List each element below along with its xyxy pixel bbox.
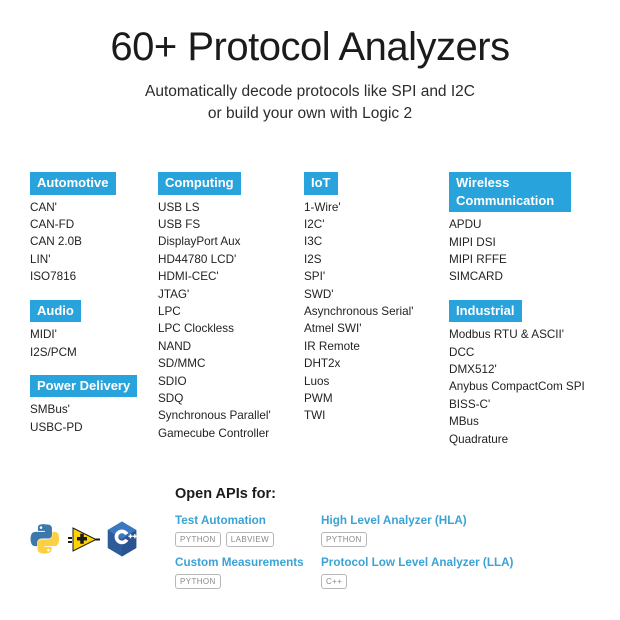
protocol-item: Quadrature: [449, 432, 509, 446]
api-link-test-automation[interactable]: Test Automation: [175, 513, 315, 529]
page-header: 60+ Protocol Analyzers Automatically dec…: [0, 0, 620, 126]
protocol-item: CAN': [30, 200, 57, 214]
api-link-protocol-low-level-analyzer[interactable]: Protocol Low Level Analyzer (LLA): [321, 555, 541, 571]
protocol-item: Synchronous Parallel': [158, 409, 271, 423]
protocol-item: Anybus CompactCom SPI: [449, 380, 585, 394]
protocol-item: MIPI RFFE: [449, 252, 507, 266]
category-badge-automotive: Automotive: [30, 172, 116, 195]
page-subtitle: Automatically decode protocols like SPI …: [0, 81, 620, 126]
protocol-group-iot: IoT 1-Wire' I2C' I3C I2S SPI' SWD' Async…: [304, 172, 441, 425]
protocol-item: CAN-FD: [30, 217, 75, 231]
protocol-item: PWM: [304, 392, 333, 406]
protocol-column-iot: IoT 1-Wire' I2C' I3C I2S SPI' SWD' Async…: [294, 172, 441, 462]
protocol-item: ISO7816: [30, 270, 77, 284]
protocol-item: Modbus RTU & ASCII': [449, 328, 565, 342]
protocol-item: CAN 2.0B: [30, 235, 82, 249]
protocol-group-audio: Audio MIDI' I2S/PCM: [30, 299, 148, 361]
protocol-item: DisplayPort Aux: [158, 235, 241, 249]
language-tag: LABVIEW: [225, 532, 275, 547]
protocol-item: USB FS: [158, 217, 201, 231]
category-badge-industrial: Industrial: [449, 299, 522, 323]
language-tag: PYTHON: [321, 532, 367, 547]
protocol-item: APDU: [449, 218, 482, 232]
protocol-item: I2C': [304, 217, 325, 231]
category-badge-computing: Computing: [158, 172, 241, 195]
api-link-high-level-analyzer[interactable]: High Level Analyzer (HLA): [321, 513, 541, 529]
protocol-column-automotive: Automotive CAN' CAN-FD CAN 2.0B LIN' ISO…: [0, 172, 148, 462]
api-entry-high-level-analyzer: High Level Analyzer (HLA) PYTHON: [321, 513, 541, 549]
api-tag-row: PYTHON: [175, 574, 315, 589]
protocol-item: 1-Wire': [304, 200, 341, 214]
protocol-item: LPC: [158, 304, 181, 318]
protocol-item: SDIO: [158, 374, 187, 388]
cplusplus-logo-icon: [106, 521, 138, 562]
category-badge-iot: IoT: [304, 172, 338, 195]
language-tag: PYTHON: [175, 532, 221, 547]
protocol-item: HDMI-CEC': [158, 270, 219, 284]
protocol-item: SWD': [304, 287, 334, 301]
protocol-item: SIMCARD: [449, 270, 503, 284]
protocol-item: USBC-PD: [30, 420, 83, 434]
protocol-group-computing: Computing USB LS USB FS DisplayPort Aux …: [158, 172, 294, 442]
api-link-custom-measurements[interactable]: Custom Measurements: [175, 555, 315, 571]
protocol-item: Asynchronous Serial': [304, 304, 414, 318]
protocol-column-wireless: Wireless Communication APDU MIPI DSI MIP…: [441, 172, 620, 462]
api-tag-row: C++: [321, 574, 541, 589]
api-entry-grid: Test Automation PYTHON LABVIEW High Leve…: [175, 513, 541, 591]
protocol-item: MIPI DSI: [449, 235, 496, 249]
labview-logo-icon: [68, 524, 100, 559]
protocol-item: MIDI': [30, 328, 57, 342]
protocol-group-power-delivery: Power Delivery SMBus' USBC-PD: [30, 374, 148, 436]
language-tag: PYTHON: [175, 574, 221, 589]
api-content: Open APIs for: Test Automation PYTHON LA…: [148, 484, 541, 591]
category-badge-wireless-communication: Wireless Communication: [449, 172, 571, 213]
language-tag: C++: [321, 574, 348, 589]
protocol-item: MBus: [449, 415, 479, 429]
protocol-item: HD44780 LCD': [158, 252, 237, 266]
protocol-item: NAND: [158, 339, 192, 353]
protocol-item: SD/MMC: [158, 357, 206, 371]
api-entry-test-automation: Test Automation PYTHON LABVIEW: [175, 513, 315, 549]
protocol-item: Atmel SWI': [304, 322, 362, 336]
protocol-item: SPI': [304, 270, 326, 284]
protocol-item: IR Remote: [304, 339, 360, 353]
protocol-item: JTAG': [158, 287, 190, 301]
page-title: 60+ Protocol Analyzers: [110, 25, 510, 69]
protocol-item: I2S: [304, 252, 322, 266]
category-badge-audio: Audio: [30, 299, 81, 323]
page-subtitle-line-1: Automatically decode protocols like SPI …: [145, 83, 475, 100]
protocol-columns: Automotive CAN' CAN-FD CAN 2.0B LIN' ISO…: [0, 172, 620, 462]
protocol-item: USB LS: [158, 200, 200, 214]
api-tag-row: PYTHON LABVIEW: [175, 532, 315, 547]
protocol-item: TWI: [304, 409, 326, 423]
protocol-item: I3C: [304, 235, 323, 249]
protocol-item: DCC: [449, 345, 475, 359]
protocol-item: SDQ: [158, 392, 184, 406]
api-entry-custom-measurements: Custom Measurements PYTHON: [175, 555, 315, 591]
open-apis-section: Open APIs for: Test Automation PYTHON LA…: [0, 484, 620, 591]
protocol-group-wireless-communication: Wireless Communication APDU MIPI DSI MIP…: [449, 172, 620, 286]
protocol-item: DMX512': [449, 363, 497, 377]
protocol-item: DHT2x: [304, 357, 341, 371]
page-subtitle-line-2: or build your own with Logic 2: [207, 105, 413, 123]
api-tag-row: PYTHON: [321, 532, 541, 547]
python-logo-icon: [28, 522, 62, 561]
category-badge-power-delivery: Power Delivery: [30, 374, 138, 398]
open-apis-heading: Open APIs for:: [175, 486, 276, 502]
api-logo-row: [0, 484, 148, 591]
protocol-column-computing: Computing USB LS USB FS DisplayPort Aux …: [148, 172, 294, 462]
protocol-item: SMBus': [30, 403, 70, 417]
protocol-item: I2S/PCM: [30, 345, 77, 359]
protocol-item: Luos: [304, 374, 330, 388]
protocol-item: LPC Clockless: [158, 322, 234, 336]
protocol-group-automotive: Automotive CAN' CAN-FD CAN 2.0B LIN' ISO…: [30, 172, 148, 286]
protocol-item: Gamecube Controller: [158, 426, 270, 440]
protocol-item: BISS-C': [449, 397, 491, 411]
api-entry-protocol-low-level-analyzer: Protocol Low Level Analyzer (LLA) C++: [321, 555, 541, 591]
protocol-group-industrial: Industrial Modbus RTU & ASCII' DCC DMX51…: [449, 299, 620, 448]
protocol-item: LIN': [30, 252, 51, 266]
